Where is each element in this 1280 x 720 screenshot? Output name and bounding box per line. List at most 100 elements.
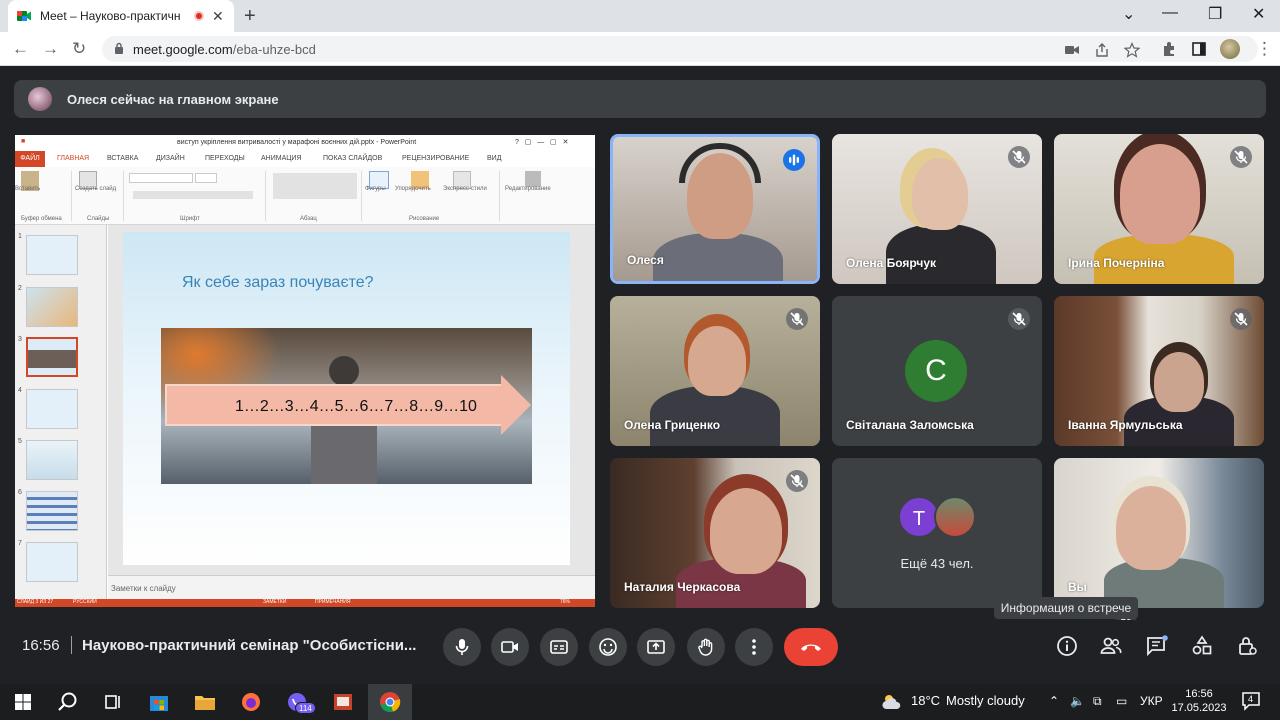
font-size-box[interactable]	[195, 173, 217, 183]
activities-icon[interactable]	[1190, 634, 1214, 658]
ribbon-editing-button[interactable]: Редактирование	[505, 186, 551, 192]
more-options-button[interactable]	[735, 628, 773, 666]
profile-avatar[interactable]	[1220, 39, 1240, 59]
tab-search-icon[interactable]: ⌄	[1122, 4, 1135, 24]
present-screen-button[interactable]	[637, 628, 675, 666]
more-participants-tile[interactable]: Т Ещё 43 чел.	[832, 458, 1042, 608]
slide-notes[interactable]: Заметки к слайду	[108, 575, 595, 599]
raise-hand-button[interactable]	[687, 628, 725, 666]
participant-tile[interactable]: Ірина Почерніна	[1054, 134, 1264, 284]
status-comments[interactable]: ПРИМЕЧАНИЯ	[315, 599, 351, 605]
microsoft-store-icon[interactable]	[146, 690, 172, 714]
people-icon[interactable]	[1099, 634, 1123, 658]
slide-thumbnail-selected[interactable]	[26, 337, 78, 377]
slide-editor[interactable]: Як себе зараз почуваєте? 1…2…3…4…5…6…7…8…	[108, 225, 595, 575]
slide-thumbnail[interactable]	[26, 389, 78, 429]
file-explorer-icon[interactable]	[192, 690, 218, 714]
participant-tile[interactable]: Іванна Ярмульська	[1054, 296, 1264, 446]
address-bar[interactable]: meet.google.com/eba-uhze-bcd	[102, 36, 1258, 62]
recording-indicator-icon	[194, 11, 204, 21]
participant-tile[interactable]: Олена Гриценко	[610, 296, 820, 446]
ribbon-quick-styles-button[interactable]: Экспресс-стили	[443, 186, 487, 192]
camera-button[interactable]	[491, 628, 529, 666]
mic-muted-icon	[1008, 308, 1030, 330]
url-text: meet.google.com/eba-uhze-bcd	[133, 42, 316, 57]
volume-icon[interactable]: 🔈	[1070, 694, 1085, 708]
ribbon-paste-button[interactable]: Вставить	[15, 186, 40, 192]
presentation-app-icon[interactable]	[330, 690, 356, 714]
reactions-button[interactable]	[589, 628, 627, 666]
leave-call-button[interactable]	[784, 628, 838, 666]
reload-icon[interactable]: ↻	[72, 39, 86, 59]
search-icon[interactable]	[55, 690, 81, 714]
chrome-icon[interactable]	[377, 690, 403, 714]
participant-tile[interactable]: Олена Боярчук	[832, 134, 1042, 284]
tab-close-icon[interactable]: ✕	[212, 8, 224, 25]
slide-thumbnail[interactable]	[26, 542, 78, 582]
firefox-icon[interactable]	[238, 690, 264, 714]
participant-tile[interactable]: Наталия Черкасова	[610, 458, 820, 608]
weather-temperature[interactable]: 18°C	[911, 693, 940, 708]
new-tab-button[interactable]: +	[244, 5, 256, 28]
tray-overflow-icon[interactable]: ⌃	[1049, 694, 1059, 708]
shared-screen[interactable]: ■ виступ укріплення витривалості у мараф…	[15, 135, 595, 607]
chrome-menu-icon[interactable]: ⋮	[1256, 39, 1273, 59]
meeting-info-icon[interactable]	[1055, 634, 1079, 658]
slide-thumbnail[interactable]	[26, 491, 78, 531]
slide-thumbnail[interactable]	[26, 235, 78, 275]
status-notes[interactable]: ЗАМЕТКИ	[263, 599, 286, 605]
extensions-icon[interactable]	[1161, 41, 1177, 57]
task-view-icon[interactable]	[100, 690, 126, 714]
forward-icon[interactable]: →	[42, 39, 59, 59]
presenting-banner-text: Олеся сейчас на главном экране	[67, 92, 279, 107]
editing-icon	[525, 171, 541, 187]
network-icon[interactable]: ⧉	[1093, 694, 1102, 709]
slide-number: 7	[18, 540, 22, 547]
ppt-menu-transitions[interactable]: ПЕРЕХОДЫ	[205, 155, 245, 162]
host-controls-icon[interactable]	[1235, 634, 1259, 658]
ppt-menu-animation[interactable]: АНИМАЦИЯ	[261, 155, 302, 162]
browser-tab-meet[interactable]: Meet – Науково-практичн ✕	[8, 0, 234, 32]
current-slide[interactable]: Як себе зараз почуваєте? 1…2…3…4…5…6…7…8…	[123, 232, 570, 565]
bookmark-star-icon[interactable]	[1124, 42, 1140, 58]
ribbon-separator	[361, 171, 362, 221]
weather-condition[interactable]: Mostly cloudy	[946, 693, 1025, 708]
ppt-menu-view[interactable]: ВИД	[487, 155, 501, 162]
chat-icon[interactable]	[1145, 634, 1169, 658]
share-icon[interactable]	[1094, 42, 1110, 58]
camera-permission-icon[interactable]	[1064, 42, 1080, 58]
more-participants-avatars: Т	[898, 496, 978, 540]
ribbon-shapes-button[interactable]: Фигуры	[365, 186, 386, 192]
captions-button[interactable]	[540, 628, 578, 666]
self-tile[interactable]: Вы	[1054, 458, 1264, 608]
viber-app[interactable]: 114	[284, 690, 316, 714]
ribbon-arrange-button[interactable]: Упорядочить	[395, 186, 431, 192]
battery-icon[interactable]: ▭	[1116, 694, 1127, 708]
slide-thumbnail[interactable]	[26, 287, 78, 327]
restore-button[interactable]: ❐	[1208, 4, 1222, 24]
slide-thumbnail[interactable]	[26, 440, 78, 480]
windows-start-icon[interactable]	[10, 690, 36, 714]
slide-thumbnails-pane[interactable]: 1 2 3 4 5 6 7	[15, 225, 107, 599]
ppt-menu-design[interactable]: ДИЗАЙН	[156, 155, 185, 162]
window-close-button[interactable]: ✕	[1252, 4, 1265, 24]
participant-tile[interactable]: С Світалана Заломська	[832, 296, 1042, 446]
ppt-menu-file[interactable]: ФАЙЛ	[15, 151, 45, 167]
participant-tile[interactable]: Олеся	[610, 134, 820, 284]
back-icon[interactable]: ←	[12, 39, 29, 59]
font-name-box[interactable]	[129, 173, 193, 183]
notifications-button[interactable]: 4	[1240, 690, 1262, 712]
system-clock[interactable]: 16:56 17.05.2023	[1170, 687, 1228, 715]
ppt-menu-slideshow[interactable]: ПОКАЗ СЛАЙДОВ	[323, 155, 382, 162]
ppt-menu-review[interactable]: РЕЦЕНЗИРОВАНИЕ	[402, 155, 469, 162]
ribbon-separator	[71, 171, 72, 221]
ribbon-new-slide-button[interactable]: Создать слайд	[75, 186, 116, 192]
minimize-button[interactable]: —	[1162, 4, 1178, 22]
ppt-menu-home[interactable]: ГЛАВНАЯ	[57, 155, 89, 162]
microphone-button[interactable]	[443, 628, 481, 666]
viber-badge: 114	[295, 702, 316, 714]
input-language[interactable]: УКР	[1140, 694, 1163, 708]
side-panel-icon[interactable]	[1191, 41, 1207, 57]
participant-name: Олеся	[627, 253, 664, 267]
ppt-menu-insert[interactable]: ВСТАВКА	[107, 155, 138, 162]
